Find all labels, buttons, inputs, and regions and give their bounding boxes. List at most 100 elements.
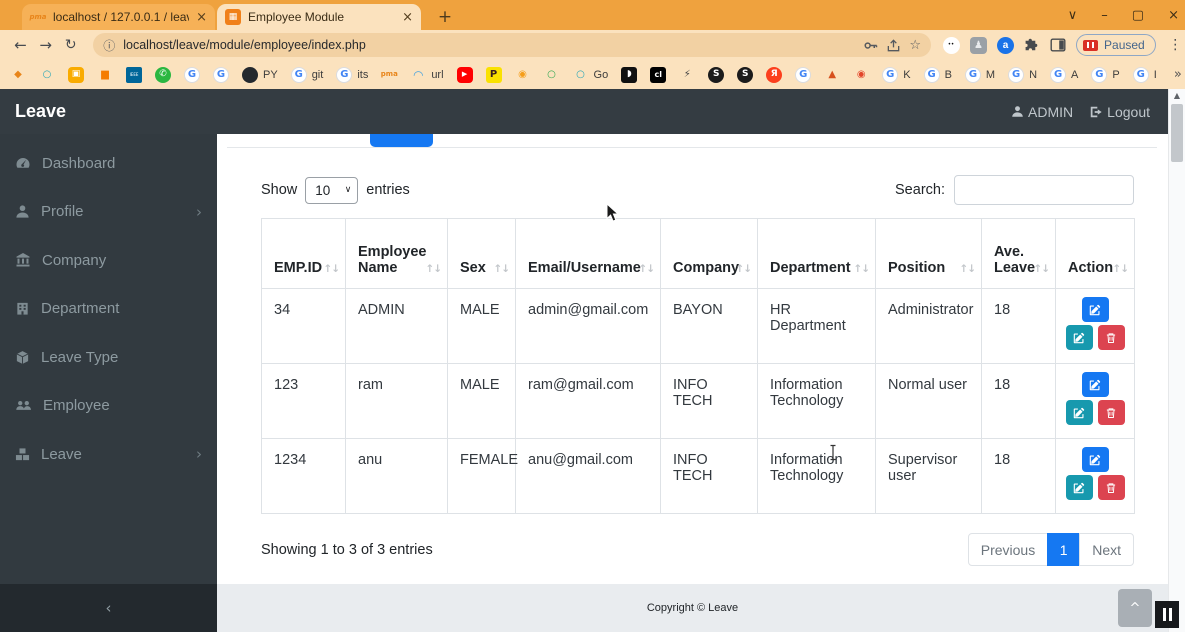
bookmark-item[interactable]: G <box>795 67 811 83</box>
pagination-page-1[interactable]: 1 <box>1047 533 1080 566</box>
sidebar-item-profile[interactable]: Profile › <box>0 188 217 237</box>
column-header-emp-id[interactable]: EMP.ID↑↓ <box>262 219 346 289</box>
bookmark-item[interactable]: G <box>213 67 229 83</box>
bookmark-item[interactable]: Ggit <box>291 67 324 83</box>
bookmark-item[interactable]: ◉ <box>853 67 869 83</box>
window-restore-icon[interactable]: ▢ <box>1132 8 1144 23</box>
pagination-next[interactable]: Next <box>1079 533 1134 566</box>
bookmark-item[interactable]: pma <box>381 67 397 83</box>
bookmark-item[interactable]: » <box>1170 67 1185 83</box>
edit-button[interactable] <box>1082 372 1109 397</box>
bookmark-item[interactable]: GB <box>924 67 952 83</box>
share-icon[interactable] <box>886 38 901 53</box>
delete-button[interactable] <box>1098 325 1125 350</box>
extensions-puzzle-icon[interactable] <box>1024 37 1040 53</box>
extension-a-icon[interactable]: a <box>997 37 1014 54</box>
bookmark-favicon-icon: G <box>213 67 229 83</box>
bookmark-item[interactable]: GK <box>882 67 910 83</box>
window-close-icon[interactable]: × <box>1168 8 1179 23</box>
edit-button[interactable] <box>1082 447 1109 472</box>
bookmark-item[interactable]: ◠url <box>410 67 443 83</box>
bookmark-item[interactable]: ▶ <box>457 67 473 83</box>
bookmark-star-icon[interactable]: ☆ <box>909 38 921 53</box>
admin-user-label[interactable]: ADMIN <box>1028 104 1073 120</box>
edit-alt-button[interactable] <box>1066 475 1093 500</box>
bookmark-item[interactable]: IEEE <box>126 67 142 83</box>
side-panel-icon[interactable] <box>1050 37 1066 53</box>
sidebar-item-leave-type[interactable]: Leave Type <box>0 333 217 382</box>
sidebar-collapse-bar[interactable]: ‹ <box>0 584 217 632</box>
bookmark-item[interactable]: ▲ <box>824 67 840 83</box>
column-header-position[interactable]: Position↑↓ <box>876 219 982 289</box>
tab-close-icon[interactable]: × <box>196 10 207 25</box>
bookmark-item[interactable]: S <box>708 67 724 83</box>
bookmark-item[interactable]: GA <box>1050 67 1078 83</box>
scrollbar-up-icon[interactable]: ▲ <box>1169 91 1185 100</box>
column-header-department[interactable]: Department↑↓ <box>758 219 876 289</box>
delete-button[interactable] <box>1098 400 1125 425</box>
extension-panda-icon[interactable]: •• <box>943 37 960 54</box>
browser-menu-icon[interactable]: ⋮ <box>1166 37 1185 53</box>
edit-alt-button[interactable] <box>1066 325 1093 350</box>
search-input[interactable] <box>954 175 1134 205</box>
forward-icon[interactable]: → <box>33 36 58 54</box>
delete-button[interactable] <box>1098 475 1125 500</box>
bookmark-item[interactable]: ⚡ <box>679 67 695 83</box>
bookmark-item[interactable]: PY <box>242 67 278 83</box>
bookmark-item[interactable]: P <box>486 67 502 83</box>
address-bar[interactable]: ⓘ localhost/leave/module/employee/index.… <box>93 33 931 57</box>
bookmark-item[interactable]: G <box>184 67 200 83</box>
password-key-icon[interactable] <box>863 38 878 53</box>
column-header-email[interactable]: Email/Username↑↓ <box>516 219 661 289</box>
bookmark-favicon-icon: IEEE <box>126 67 142 83</box>
column-header-company[interactable]: Company↑↓ <box>661 219 758 289</box>
scrollbar-thumb[interactable] <box>1171 104 1183 162</box>
bookmark-item[interactable]: ▆ <box>97 67 113 83</box>
edit-button[interactable] <box>1082 297 1109 322</box>
new-tab-button[interactable]: + <box>432 4 458 30</box>
bookmark-item[interactable]: GN <box>1008 67 1037 83</box>
sidebar-item-leave[interactable]: Leave › <box>0 430 217 479</box>
browser-tab-employee-module[interactable]: ▦ Employee Module × <box>217 4 421 30</box>
pagination-previous[interactable]: Previous <box>968 533 1048 566</box>
recorder-pause-button[interactable] <box>1155 601 1179 628</box>
bookmark-item[interactable]: GI <box>1133 67 1157 83</box>
page-size-select[interactable]: 10 ∨ <box>305 177 358 204</box>
sidebar-item-department[interactable]: Department <box>0 285 217 334</box>
extension-profile-icon[interactable]: ♟ <box>970 37 987 54</box>
tab-close-icon[interactable]: × <box>402 10 413 25</box>
sidebar-item-employee[interactable]: Employee <box>0 382 217 431</box>
bookmark-item[interactable]: ○Go <box>573 67 609 83</box>
bookmark-item[interactable]: ◗ <box>621 67 637 83</box>
column-header-action[interactable]: Action↑↓ <box>1056 219 1135 289</box>
site-info-icon[interactable]: ⓘ <box>103 37 115 54</box>
column-header-employee-name[interactable]: Employee Name↑↓ <box>346 219 448 289</box>
bookmark-item[interactable]: S <box>737 67 753 83</box>
bookmark-item[interactable]: ○ <box>544 67 560 83</box>
bookmark-item[interactable]: Я <box>766 67 782 83</box>
edit-alt-button[interactable] <box>1066 400 1093 425</box>
bookmark-item[interactable]: GM <box>965 67 995 83</box>
add-button-fragment[interactable] <box>370 134 433 147</box>
sidebar-item-dashboard[interactable]: Dashboard <box>0 139 217 188</box>
bookmark-item[interactable]: cl <box>650 67 666 83</box>
window-minimize-icon[interactable]: – <box>1101 8 1108 23</box>
reload-icon[interactable]: ↻ <box>58 37 83 53</box>
back-icon[interactable]: ← <box>8 36 33 54</box>
logout-link[interactable]: Logout <box>1107 104 1150 120</box>
sidebar-item-company[interactable]: Company <box>0 236 217 285</box>
bookmark-item[interactable]: GP <box>1091 67 1119 83</box>
bookmark-item[interactable]: ✆ <box>155 67 171 83</box>
scroll-to-top-button[interactable]: ^ <box>1118 589 1152 627</box>
bookmark-item[interactable]: ◆ <box>10 67 26 83</box>
bookmark-item[interactable]: ◉ <box>515 67 531 83</box>
column-header-sex[interactable]: Sex↑↓ <box>448 219 516 289</box>
bookmark-item[interactable]: ▣ <box>68 67 84 83</box>
download-paused-pill[interactable]: Paused <box>1076 34 1156 56</box>
bookmark-item[interactable]: Gits <box>336 67 368 83</box>
window-menu-icon[interactable]: ∨ <box>1068 8 1078 23</box>
page-scrollbar[interactable]: ▲ <box>1168 89 1185 632</box>
column-header-ave-leave[interactable]: Ave. Leave↑↓ <box>982 219 1056 289</box>
browser-tab-phpmyadmin[interactable]: pma localhost / 127.0.0.1 / leavedb / t … <box>22 4 215 30</box>
bookmark-item[interactable]: ○ <box>39 67 55 83</box>
